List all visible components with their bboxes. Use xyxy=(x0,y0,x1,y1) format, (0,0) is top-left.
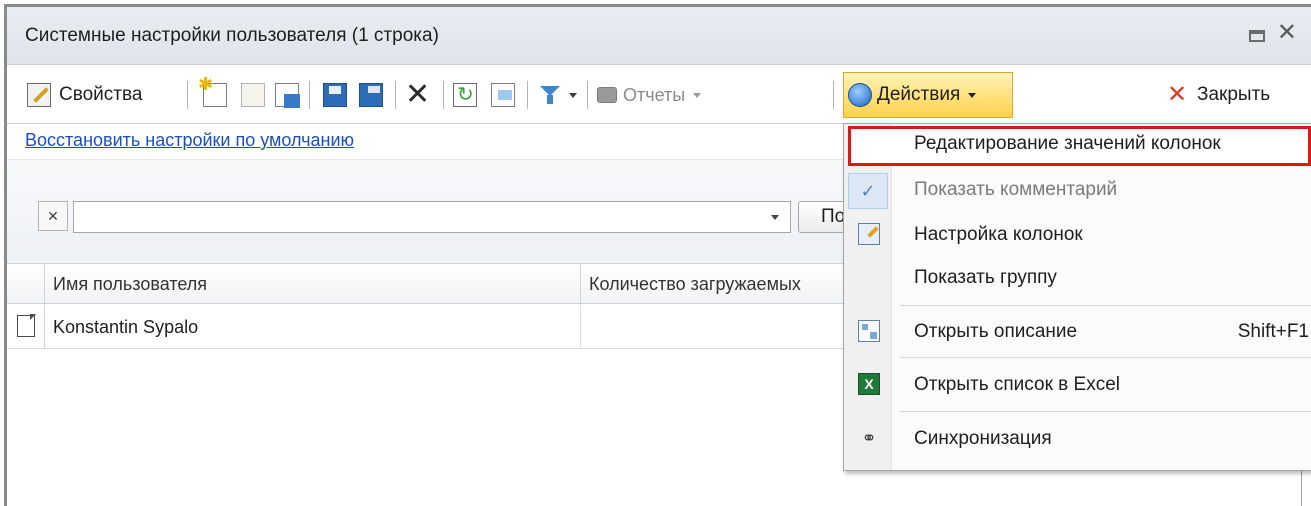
menu-item-label: Показать группу xyxy=(914,267,1057,288)
menu-item-show-group[interactable]: Показать группу xyxy=(844,258,1311,298)
reports-label: Отчеты xyxy=(623,84,686,105)
properties-button[interactable]: Свойства xyxy=(27,71,142,119)
cell-count[interactable] xyxy=(581,305,881,349)
description-icon xyxy=(858,320,880,342)
toolbar-separator xyxy=(527,81,529,109)
clear-search-button[interactable]: ✕ xyxy=(38,201,68,231)
save-icon xyxy=(323,83,347,107)
refresh-button[interactable] xyxy=(453,71,477,119)
menu-item-shortcut: Shift+F1 xyxy=(1237,321,1309,342)
toolbar-separator xyxy=(187,81,189,109)
chevron-down-icon xyxy=(693,92,702,98)
document-icon xyxy=(17,314,36,337)
restore-defaults-link[interactable]: Восстановить настройки по умолчанию xyxy=(25,130,354,151)
menu-item-label: Открыть список в Excel xyxy=(914,374,1121,395)
menu-separator xyxy=(900,357,1311,358)
close-x-icon: ✕ xyxy=(1167,81,1188,108)
menu-separator xyxy=(900,305,1311,306)
sync-icon: ⚭ xyxy=(861,428,877,448)
restore-icon[interactable] xyxy=(1248,30,1265,42)
new-icon xyxy=(198,74,227,107)
actions-icon xyxy=(848,83,872,107)
open-folder-button[interactable] xyxy=(241,71,265,119)
window-controls: ✕ xyxy=(1248,21,1297,45)
menu-item-label: Редактирование значений колонок xyxy=(914,133,1221,154)
column-header-count[interactable]: Количество загружаемых xyxy=(581,264,881,304)
filter-icon xyxy=(539,84,561,106)
menu-item-label: Открыть описание xyxy=(914,321,1078,342)
menu-item-label: Синхронизация xyxy=(914,428,1052,449)
menu-item-open-excel[interactable]: X Открыть список в Excel xyxy=(844,365,1311,405)
copy-button[interactable] xyxy=(275,71,300,119)
chevron-down-icon xyxy=(569,92,577,98)
toolbar: Свойства ✕ Отчеты Действия xyxy=(7,71,1311,119)
menu-item-open-description[interactable]: Открыть описание Shift+F1 xyxy=(844,312,1311,352)
actions-menu: Редактирование значений колонок ✓ Показа… xyxy=(843,123,1311,471)
chevron-down-icon xyxy=(968,92,977,98)
export-icon xyxy=(491,83,515,107)
search-dropdown-icon[interactable] xyxy=(760,202,790,232)
menu-item-label: Показать комментарий xyxy=(914,179,1118,200)
menu-item-show-comment[interactable]: ✓ Показать комментарий xyxy=(844,170,1311,210)
toolbar-separator xyxy=(833,81,835,109)
toolbar-separator xyxy=(443,81,445,109)
delete-icon: ✕ xyxy=(405,78,431,111)
delete-button[interactable]: ✕ xyxy=(405,71,431,119)
menu-separator xyxy=(900,411,1311,412)
save-all-icon xyxy=(359,83,383,107)
menu-item-column-settings[interactable]: Настройка колонок xyxy=(844,215,1311,255)
menu-item-sync[interactable]: ⚭ Синхронизация xyxy=(844,419,1311,459)
menu-item-edit-column-values[interactable]: Редактирование значений колонок xyxy=(844,124,1311,166)
close-button[interactable]: ✕ Закрыть xyxy=(1167,71,1270,119)
clear-icon: ✕ xyxy=(47,208,59,224)
row-selector[interactable] xyxy=(7,305,45,349)
toolbar-separator xyxy=(309,81,311,109)
save-button[interactable] xyxy=(323,71,347,119)
column-header-user-name[interactable]: Имя пользователя xyxy=(45,264,581,304)
title-bar: Системные настройки пользователя (1 стро… xyxy=(7,7,1311,65)
search-input[interactable] xyxy=(73,201,791,233)
close-icon[interactable]: ✕ xyxy=(1277,21,1297,45)
window-title: Системные настройки пользователя (1 стро… xyxy=(25,25,439,46)
print-icon xyxy=(597,87,617,103)
refresh-icon xyxy=(453,82,477,107)
filter-button[interactable] xyxy=(539,71,577,119)
new-button[interactable] xyxy=(198,71,227,119)
settings-window: Системные настройки пользователя (1 стро… xyxy=(4,4,1311,506)
toolbar-separator xyxy=(395,81,397,109)
properties-label: Свойства xyxy=(59,84,143,105)
actions-button[interactable]: Действия xyxy=(843,72,1013,118)
close-label: Закрыть xyxy=(1197,84,1271,105)
export-button[interactable] xyxy=(491,71,515,119)
copy-icon xyxy=(275,83,300,108)
reports-button[interactable]: Отчеты xyxy=(597,71,702,119)
toolbar-separator xyxy=(587,81,589,109)
properties-icon xyxy=(27,83,51,107)
menu-item-label: Настройка колонок xyxy=(914,224,1083,245)
cell-user-name[interactable]: Konstantin Sypalo xyxy=(45,305,581,349)
checkmark-icon: ✓ xyxy=(848,173,888,209)
excel-icon: X xyxy=(858,373,880,395)
row-selector-header[interactable] xyxy=(7,264,45,304)
actions-label: Действия xyxy=(877,84,961,105)
folder-icon xyxy=(241,83,265,107)
columns-settings-icon xyxy=(858,223,880,245)
save-all-button[interactable] xyxy=(359,71,383,119)
